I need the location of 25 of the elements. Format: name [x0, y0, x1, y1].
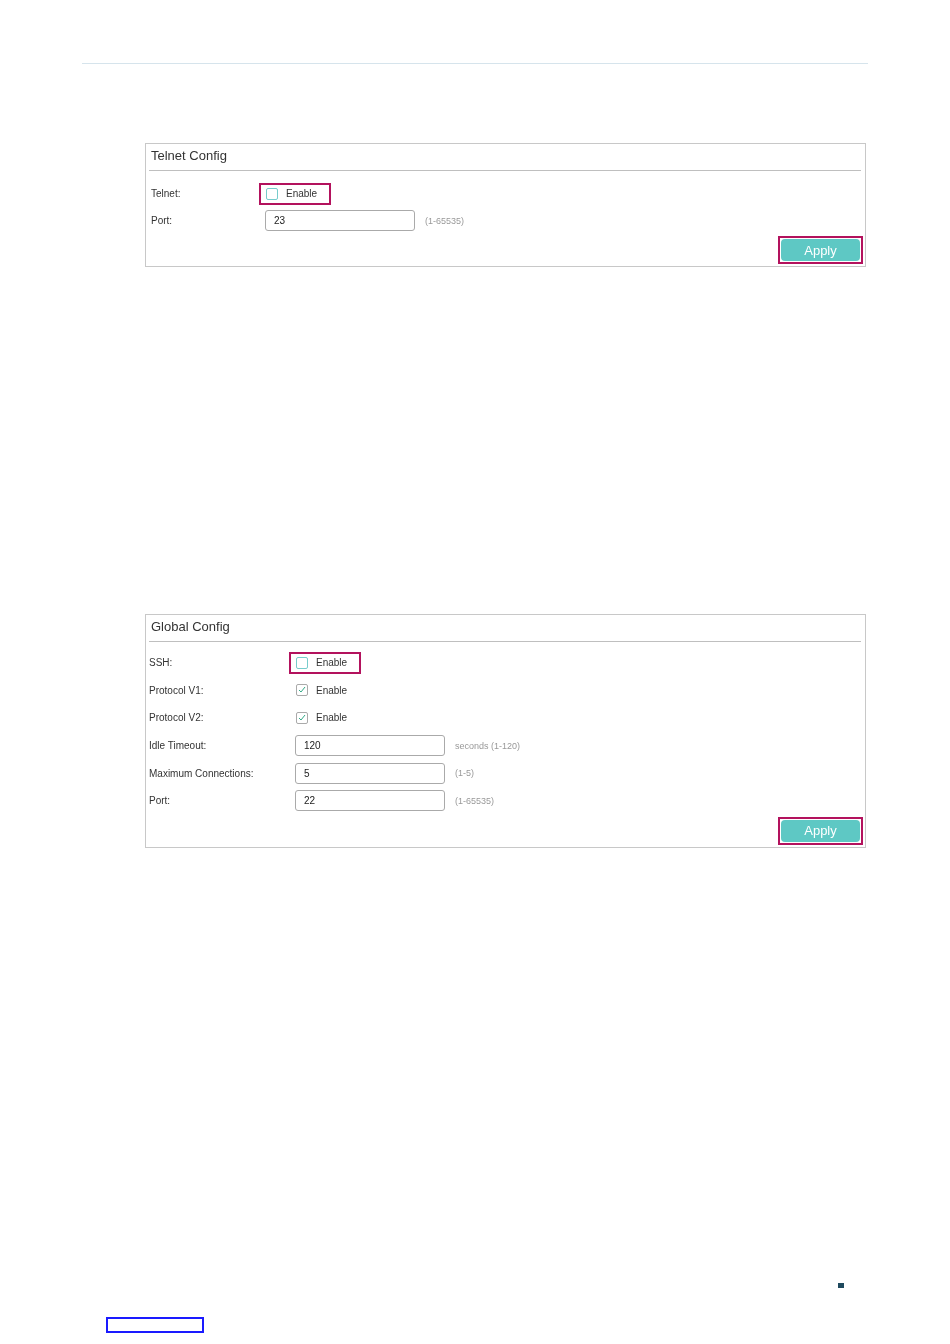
range-hint: seconds (1-120)	[455, 740, 521, 751]
range-hint: (1-5)	[455, 768, 474, 779]
enable-checkbox[interactable]: Enable	[261, 184, 330, 203]
field-label: Port:	[149, 795, 172, 807]
enable-checkbox[interactable]: Enable	[291, 681, 360, 700]
input-field[interactable]: 23	[265, 210, 415, 231]
page-marker-icon	[838, 1282, 844, 1288]
field-label: Maximum Connections:	[149, 767, 255, 779]
field-label: Idle Timeout:	[149, 740, 208, 752]
panel-title: Global Config	[150, 618, 231, 636]
range-hint: (1-65535)	[455, 795, 495, 806]
check-icon	[298, 714, 306, 722]
check-icon	[298, 686, 306, 695]
enable-checkbox[interactable]: Enable	[291, 709, 360, 727]
range-hint: (1-65535)	[425, 215, 465, 226]
input-field[interactable]: 5	[295, 762, 445, 784]
field-label: Protocol V2:	[149, 712, 205, 724]
input-field[interactable]: 120	[295, 735, 445, 757]
field-label: Telnet:	[150, 188, 182, 199]
field-label: SSH:	[149, 657, 174, 669]
enable-checkbox[interactable]: Enable	[291, 653, 360, 672]
panel-title: Telnet Config	[150, 147, 228, 165]
input-field[interactable]: 22	[295, 790, 445, 812]
field-label: Protocol V1:	[149, 684, 205, 696]
field-label: Port:	[150, 215, 174, 226]
